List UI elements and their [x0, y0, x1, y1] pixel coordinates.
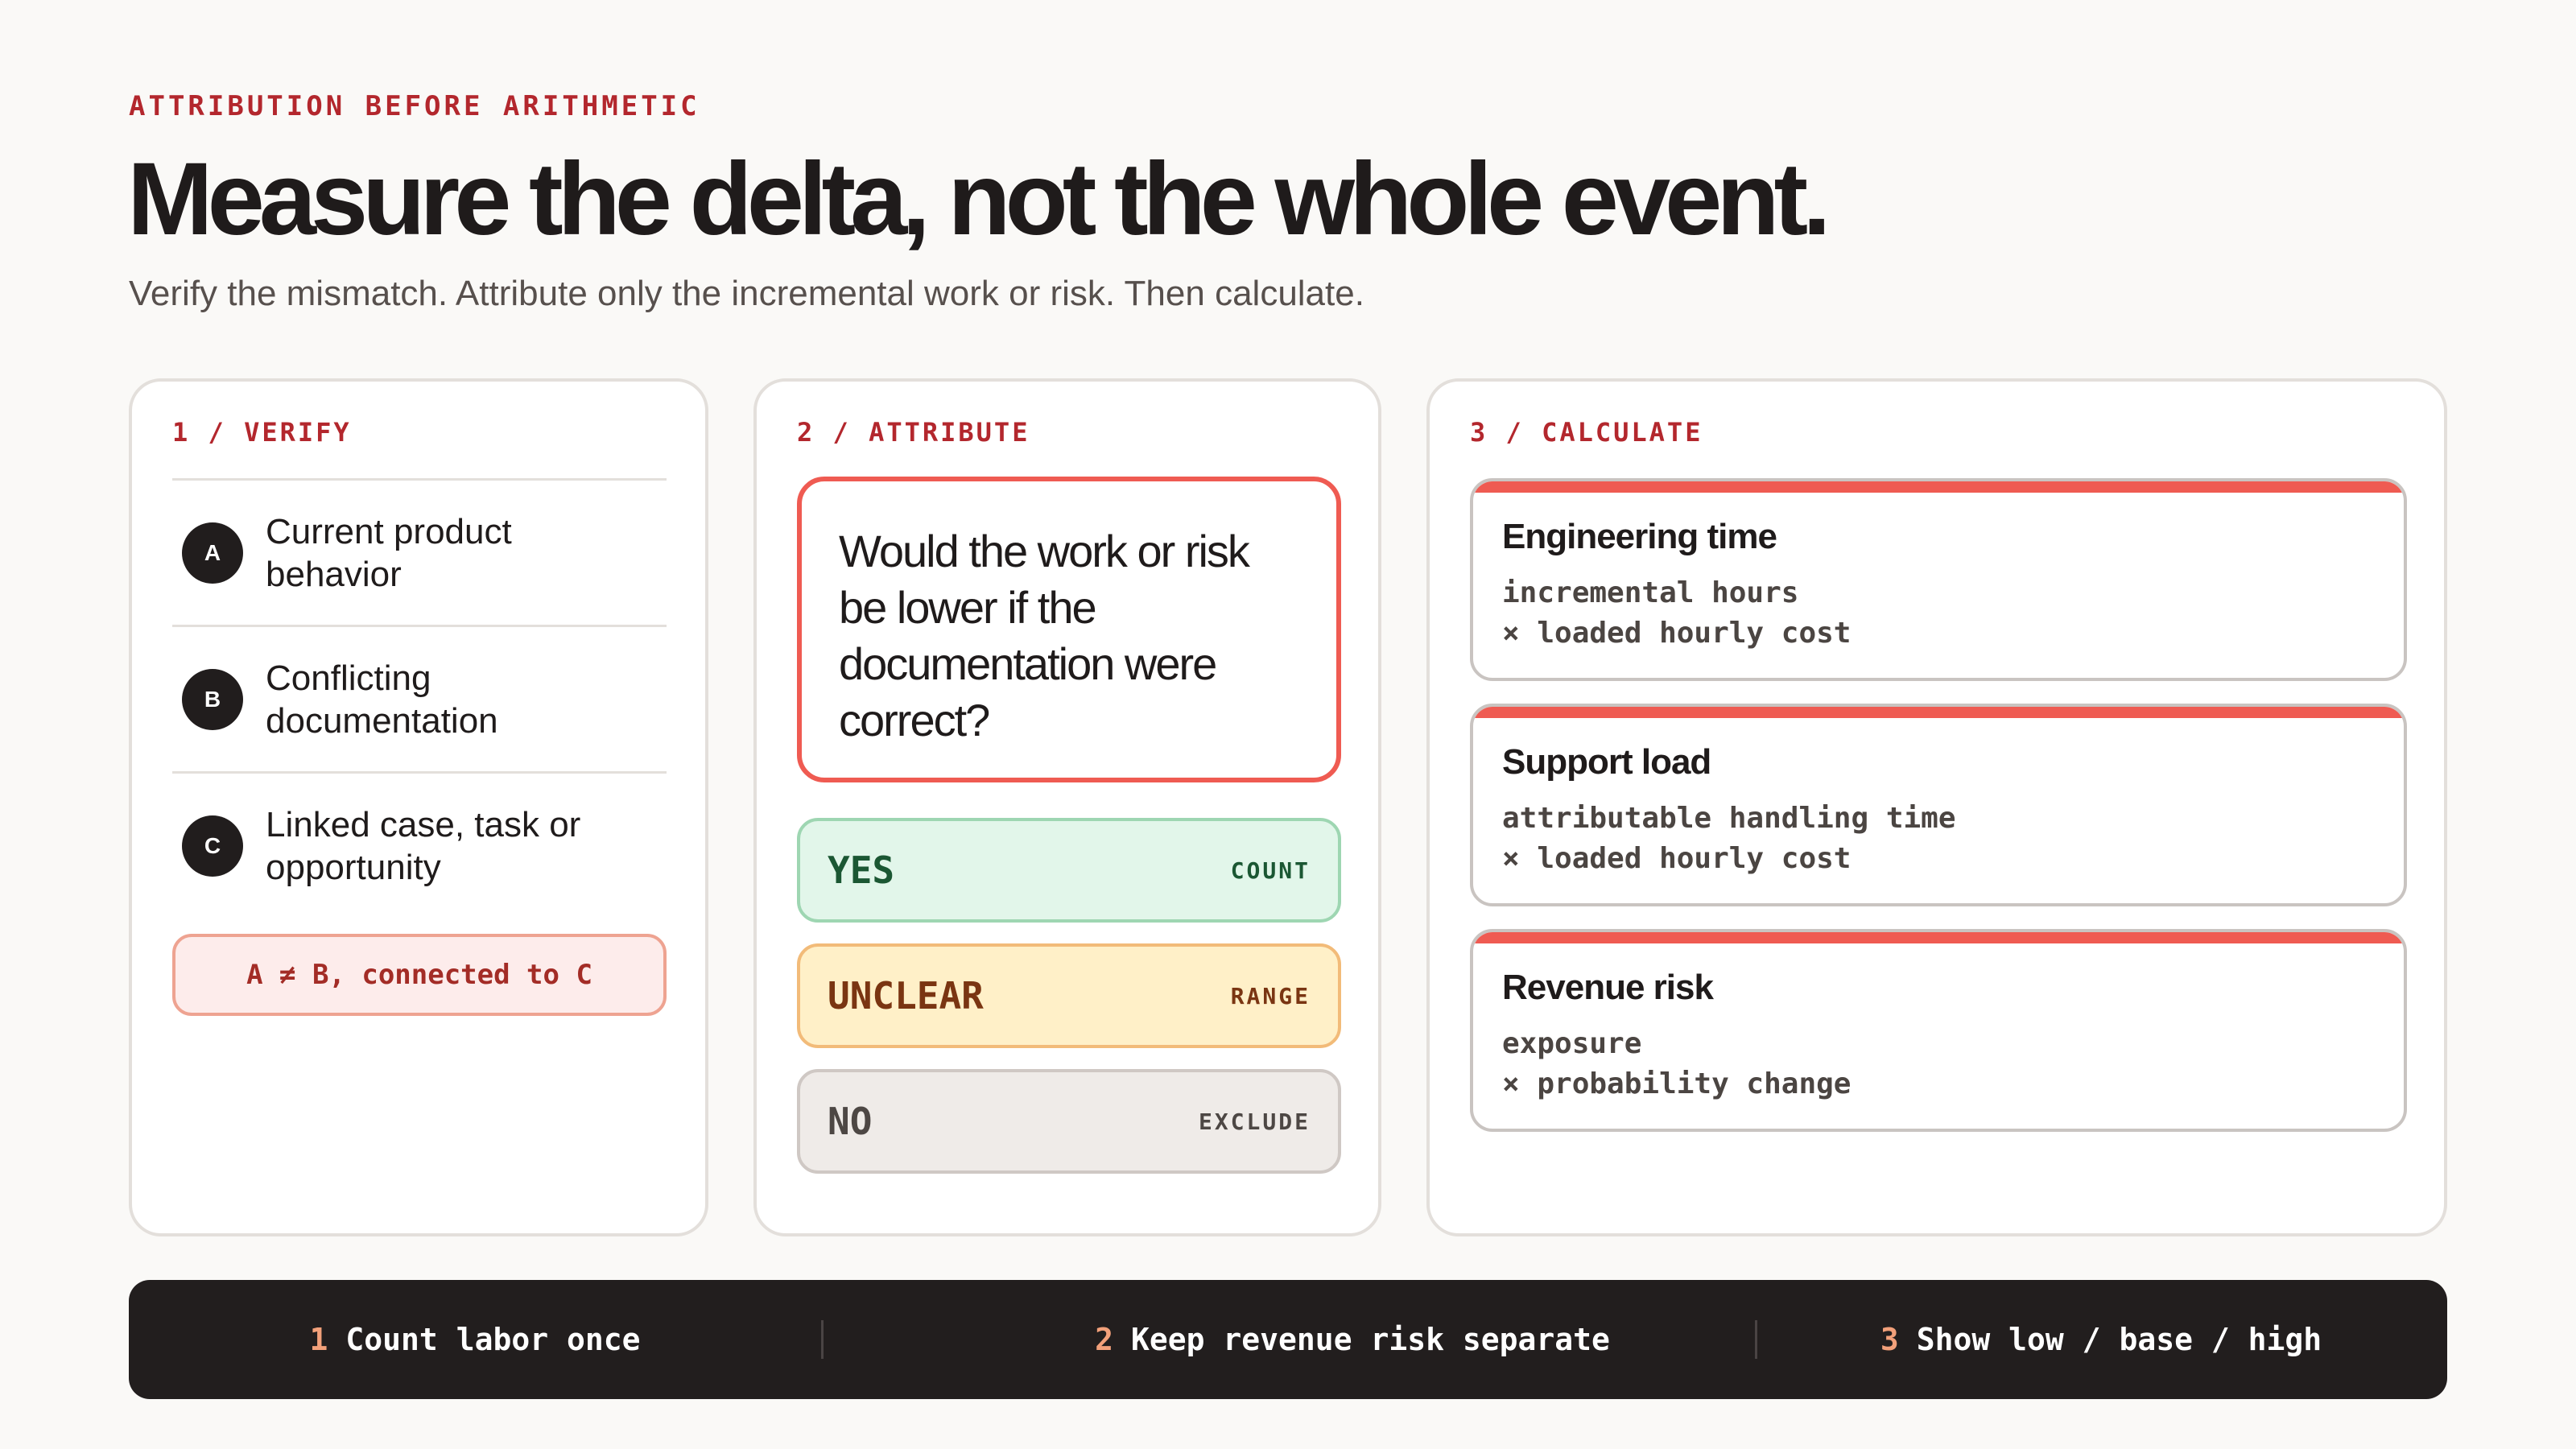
principle-number: 3: [1880, 1322, 1899, 1357]
verify-item-text: Conflicting documentation: [266, 658, 498, 741]
option-yes: YES COUNT: [797, 818, 1341, 923]
option-label: NO: [828, 1100, 873, 1143]
principle-number: 2: [1095, 1322, 1114, 1357]
principle-text: Show low / base / high: [1916, 1322, 2322, 1357]
calc-card-title: Revenue risk: [1502, 968, 1714, 1007]
verify-rule: A ≠ B, connected to C: [172, 934, 667, 1016]
verify-item-c: C Linked case, task or opportunity: [172, 771, 667, 918]
calc-card-line: × loaded hourly cost: [1502, 842, 1852, 875]
calc-card-accent: [1473, 932, 2404, 943]
calc-card-title: Engineering time: [1502, 517, 1777, 556]
option-label: UNCLEAR: [828, 974, 984, 1018]
calc-card-line: attributable handling time: [1502, 802, 1956, 835]
calc-card-support: Support load attributable handling time …: [1470, 704, 2407, 906]
verify-item-text: Current product behavior: [266, 511, 512, 594]
principle-2: 2 Keep revenue risk separate: [821, 1280, 1884, 1399]
option-unclear: UNCLEAR RANGE: [797, 943, 1341, 1048]
verify-item-text: Linked case, task or opportunity: [266, 804, 581, 887]
principle-text: Count labor once: [345, 1322, 641, 1357]
calculate-panel: 3 / CALCULATE Engineering time increment…: [1426, 378, 2447, 1236]
calc-card-engineering: Engineering time incremental hours × loa…: [1470, 478, 2407, 681]
attribute-panel: 2 / ATTRIBUTE Would the work or risk be …: [753, 378, 1381, 1236]
option-tag: COUNT: [1230, 857, 1311, 884]
calc-card-line: exposure: [1502, 1027, 1642, 1060]
principle-text: Keep revenue risk separate: [1131, 1322, 1610, 1357]
verify-panel: 1 / VERIFY A Current product behavior B …: [129, 378, 708, 1236]
verify-item-a: A Current product behavior: [172, 478, 667, 625]
badge-a: A: [182, 522, 243, 584]
option-tag: EXCLUDE: [1198, 1108, 1311, 1135]
page-title: Measure the delta, not the whole event.: [127, 142, 1831, 257]
principle-number: 1: [309, 1322, 328, 1357]
verify-heading: 1 / VERIFY: [172, 417, 352, 448]
eyebrow: ATTRIBUTION BEFORE ARITHMETIC: [129, 90, 700, 122]
verify-item-b: B Conflicting documentation: [172, 625, 667, 771]
badge-b: B: [182, 668, 243, 730]
calculate-heading: 3 / CALCULATE: [1470, 417, 1703, 448]
option-no: NO EXCLUDE: [797, 1069, 1341, 1174]
principle-3: 3 Show low / base / high: [1755, 1280, 2447, 1399]
principle-1: 1 Count labor once: [129, 1280, 821, 1399]
calc-card-accent: [1473, 707, 2404, 718]
calc-card-revenue: Revenue risk exposure × probability chan…: [1470, 929, 2407, 1132]
attribute-heading: 2 / ATTRIBUTE: [797, 417, 1030, 448]
page-subtitle: Verify the mismatch. Attribute only the …: [129, 274, 1364, 313]
calc-card-accent: [1473, 481, 2404, 493]
calc-card-line: × loaded hourly cost: [1502, 617, 1852, 650]
calc-card-line: incremental hours: [1502, 576, 1799, 609]
badge-c: C: [182, 815, 243, 877]
calc-card-title: Support load: [1502, 742, 1711, 782]
option-label: YES: [828, 848, 895, 892]
option-tag: RANGE: [1230, 982, 1311, 1009]
principles-bar: 1 Count labor once 2 Keep revenue risk s…: [129, 1280, 2447, 1399]
calc-card-line: × probability change: [1502, 1067, 1852, 1100]
attribution-question: Would the work or risk be lower if the d…: [797, 477, 1341, 782]
